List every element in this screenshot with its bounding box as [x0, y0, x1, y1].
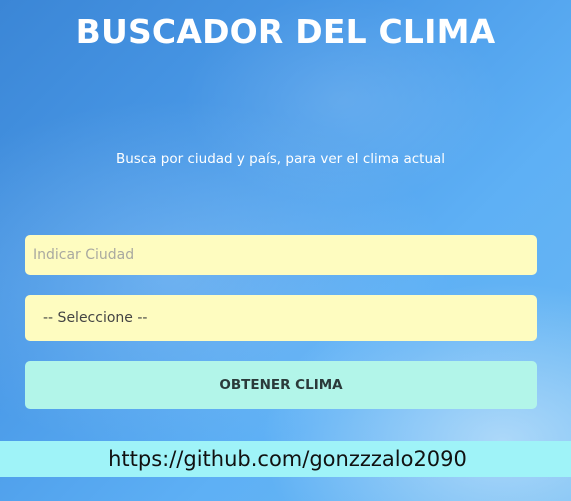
get-weather-button-label: OBTENER CLIMA	[219, 377, 343, 393]
country-select-value: -- Seleccione --	[43, 310, 148, 326]
page-title: BUSCADOR DEL CLIMA	[75, 12, 496, 51]
get-weather-button[interactable]: OBTENER CLIMA	[25, 361, 537, 409]
github-link[interactable]: https://github.com/gonzzzalo2090	[104, 447, 467, 471]
city-input[interactable]	[25, 235, 537, 275]
page-subtitle: Busca por ciudad y país, para ver el cli…	[115, 151, 446, 167]
country-select[interactable]: -- Seleccione --	[25, 295, 537, 341]
footer-bar: https://github.com/gonzzzalo2090	[0, 441, 571, 477]
